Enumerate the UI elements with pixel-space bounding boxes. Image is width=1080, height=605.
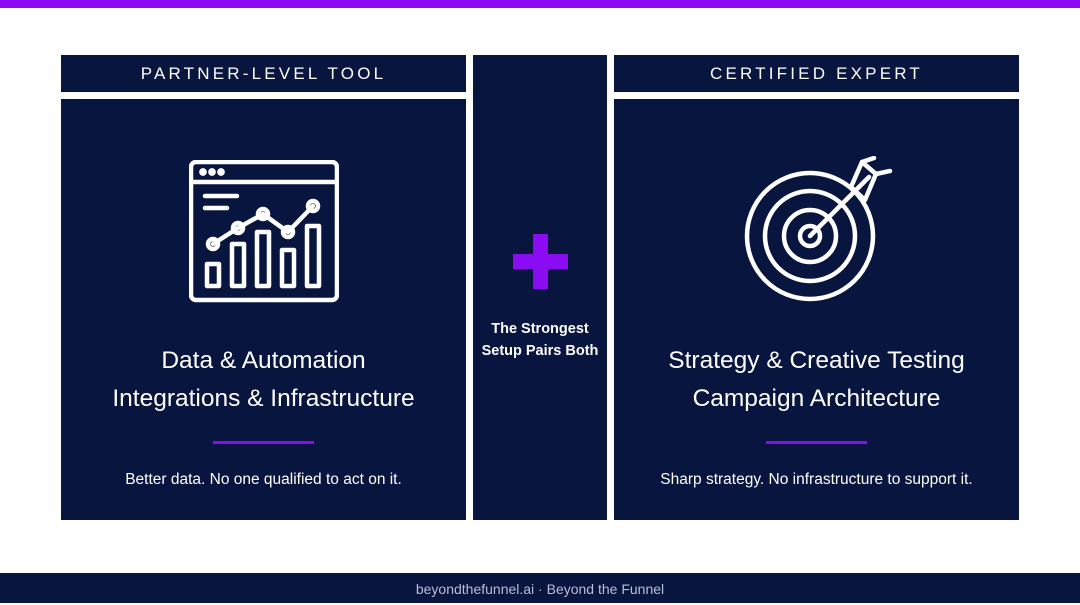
card-title-line-1: Data & Automation: [161, 347, 366, 374]
plus-icon: [513, 234, 568, 289]
footer-bar: beyondthefunnel.ai · Beyond the Funnel: [0, 573, 1080, 603]
partner-tool-card: Data & Automation Integrations & Infrast…: [61, 99, 466, 520]
combination-column: The Strongest Setup Pairs Both: [473, 55, 607, 520]
card-title-line-1: Strategy & Creative Testing: [668, 347, 965, 374]
card-title-line-2: Integrations & Infrastructure: [112, 385, 415, 412]
footer-text: beyondthefunnel.ai · Beyond the Funnel: [415, 581, 665, 597]
accent-divider: [213, 441, 314, 444]
analytics-dashboard-icon: [189, 160, 339, 303]
target-arrow-icon: [744, 156, 893, 302]
partner-level-tool-header: PARTNER-LEVEL TOOL: [61, 55, 466, 92]
top-accent-bar: [0, 0, 1080, 8]
combination-caption-line-2: Setup Pairs Both: [481, 343, 599, 359]
header-label: PARTNER-LEVEL TOOL: [140, 64, 387, 83]
accent-divider: [766, 441, 867, 444]
certified-expert-header: CERTIFIED EXPERT: [614, 55, 1019, 92]
card-title-line-2: Campaign Architecture: [692, 385, 941, 412]
header-label: CERTIFIED EXPERT: [709, 64, 924, 83]
certified-expert-card: Strategy & Creative Testing Campaign Arc…: [614, 99, 1019, 520]
combination-caption-line-1: The Strongest: [491, 321, 589, 337]
card-subtitle: Sharp strategy. No infrastructure to sup…: [660, 471, 973, 488]
card-subtitle: Better data. No one qualified to act on …: [125, 471, 402, 488]
